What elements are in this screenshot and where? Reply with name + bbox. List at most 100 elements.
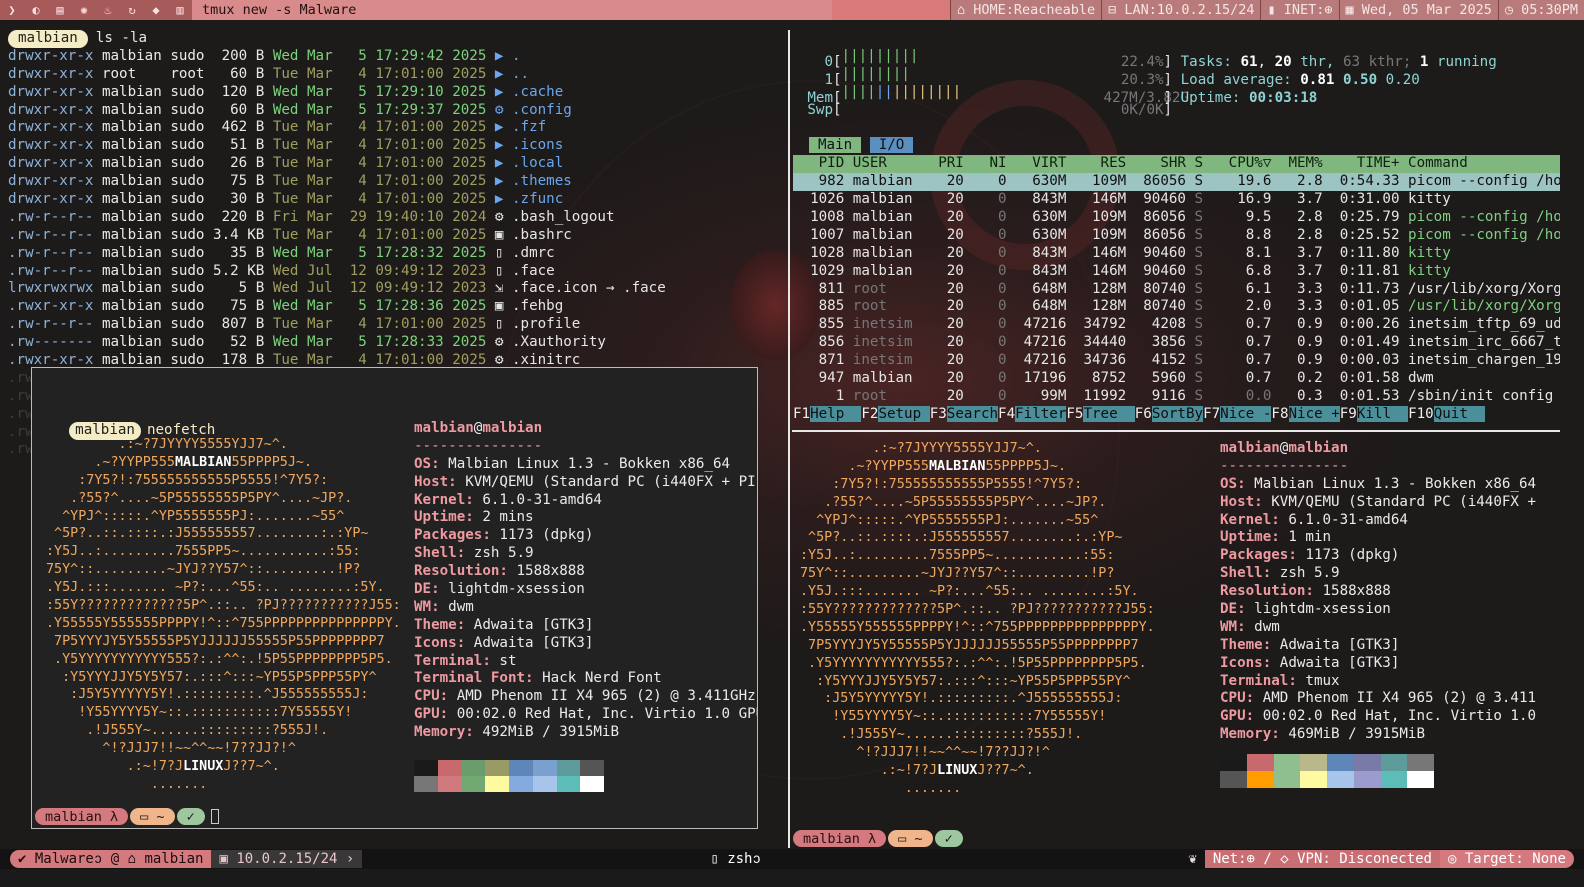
fkey-f3[interactable]: F3Search: [930, 405, 999, 422]
size: 3.4 KB: [213, 226, 273, 243]
terminal-icon[interactable]: ❯: [0, 3, 24, 17]
process-row[interactable]: 1028 malbian 20 0 843M 146M 90460 S 8.1 …: [793, 245, 1560, 263]
fkey-f6[interactable]: F6SortBy: [1135, 405, 1204, 422]
refresh-icon[interactable]: ↻: [120, 3, 144, 17]
process-row[interactable]: 982 malbian 20 0 630M 109M 86056 S 19.6 …: [793, 173, 1560, 192]
refresh-icon: ↄ: [93, 850, 103, 867]
ls-prompt: malbian ls -la: [8, 30, 786, 48]
color-swatch: [1327, 771, 1354, 789]
process-row[interactable]: 1 root 20 0 99M 11992 9116 S 0.0 0.3 0:0…: [793, 388, 1560, 406]
process-row[interactable]: 1007 malbian 20 0 630M 109M 86056 S 8.8 …: [793, 227, 1560, 245]
group: root: [170, 65, 214, 82]
column-header[interactable]: SHR: [1135, 155, 1195, 171]
owner: malbian: [101, 262, 171, 279]
process-cell: 0: [972, 316, 1016, 333]
layout-icon[interactable]: ▥: [168, 3, 192, 17]
ls-row[interactable]: drwxr-xr-x malbian sudo 75 B Tue Mar 4 1…: [8, 173, 786, 191]
process-cell: malbian: [852, 209, 930, 226]
aperture-icon[interactable]: ✺: [72, 3, 96, 17]
flame-icon[interactable]: ♨: [96, 3, 120, 17]
process-row[interactable]: 885 root 20 0 648M 128M 80740 S 2.0 3.3 …: [793, 298, 1560, 316]
logo-line: :7Y5?!:755555555555P5555!^7Y5?:: [800, 476, 1083, 492]
fkey-f2[interactable]: F2Setup: [861, 405, 930, 422]
info-value: 1173 (dpkg): [490, 527, 594, 544]
ls-row[interactable]: .rwxr-xr-x malbian sudo 75 B Wed Mar 5 1…: [8, 298, 786, 316]
folder-icon[interactable]: ▤: [48, 3, 72, 17]
logo-line: ^5P?..::.::::.:J555555557........:.:YP~: [800, 530, 1123, 546]
column-header[interactable]: CPU%▽: [1220, 155, 1280, 171]
fkey-f8[interactable]: F8Nice +: [1271, 405, 1340, 422]
ls-row[interactable]: drwxr-xr-x malbian sudo 51 B Tue Mar 4 1…: [8, 137, 786, 155]
htop-pane[interactable]: 0[||||||||| 22.4%] Tasks: 61, 20 thr, 63 …: [793, 48, 1560, 424]
git-icon[interactable]: ◆: [144, 3, 168, 17]
cpu1-bar: ||||||||: [841, 65, 910, 82]
ls-row[interactable]: .rw-r--r-- malbian sudo 5.2 KB Wed Jul 1…: [8, 263, 786, 281]
column-header[interactable]: MEM%: [1280, 155, 1331, 171]
ls-row[interactable]: .rw-r--r-- malbian sudo 807 B Tue Mar 4 …: [8, 316, 786, 334]
column-header[interactable]: RES: [1075, 155, 1135, 171]
moon-icon[interactable]: ◐: [24, 3, 48, 17]
window-segment[interactable]: ▯ zsh ↄ: [702, 850, 769, 868]
perm-string: drwxr-xr-x: [8, 137, 102, 154]
color-swatch: [485, 760, 509, 777]
fkey-f4[interactable]: F4Filter: [998, 405, 1067, 422]
process-row[interactable]: 1008 malbian 20 0 630M 109M 86056 S 9.5 …: [793, 209, 1560, 227]
process-row[interactable]: 871 inetsim 20 0 47216 34736 4152 S 0.7 …: [793, 352, 1560, 370]
modified-date: Wed Mar 5 17:28:36 2025: [272, 298, 495, 315]
perm-string: .rw-r--r--: [8, 316, 102, 333]
fkey-f9[interactable]: F9Kill: [1340, 405, 1409, 422]
group: sudo: [170, 334, 214, 351]
ls-row[interactable]: drwxr-xr-x malbian sudo 60 B Wed Mar 5 1…: [8, 102, 786, 120]
ls-row[interactable]: drwxr-xr-x malbian sudo 30 B Tue Mar 4 1…: [8, 191, 786, 209]
ls-row[interactable]: drwxr-xr-x root root 60 B Tue Mar 4 17:0…: [8, 66, 786, 84]
gear-icon: ⚙: [494, 208, 513, 225]
fkey-f1[interactable]: F1Help: [793, 405, 862, 422]
floating-terminal[interactable]: malbian neofetch .:~?7JYYYY5555YJJ7~^. .~…: [31, 367, 758, 829]
process-cell: 3856: [1134, 334, 1195, 351]
info-key: Shell:: [1220, 565, 1272, 582]
owner: malbian: [101, 119, 171, 136]
process-row[interactable]: 1029 malbian 20 0 843M 146M 90460 S 6.8 …: [793, 263, 1560, 281]
ls-row[interactable]: drwxr-xr-x malbian sudo 26 B Tue Mar 4 1…: [8, 155, 786, 173]
right-neofetch-pane[interactable]: .:~?7JYYYY5555YJJ7~^. .~?YYPP555MALBIAN5…: [793, 440, 1560, 848]
info-value: AMD Phenom II X4 965 (2) @ 3.411GHz: [448, 688, 756, 705]
ls-row[interactable]: .rw-r--r-- malbian sudo 220 B Fri Mar 29…: [8, 209, 786, 227]
fkey-f10[interactable]: F10Quit: [1408, 405, 1485, 422]
process-row[interactable]: 947 malbian 20 0 17196 8752 5960 S 0.7 0…: [793, 370, 1560, 388]
column-header[interactable]: NI: [972, 155, 1015, 171]
process-cell: 109M: [1074, 173, 1135, 190]
ls-row[interactable]: drwxr-xr-x malbian sudo 120 B Wed Mar 5 …: [8, 84, 786, 102]
tab-main[interactable]: Main: [809, 137, 862, 154]
neofetch-title: malbian@malbian: [414, 420, 543, 436]
process-row[interactable]: 1026 malbian 20 0 843M 146M 90460 S 16.9…: [793, 191, 1560, 209]
load-5: 0.50: [1342, 71, 1378, 88]
ls-row[interactable]: .rw------- malbian sudo 52 B Wed Mar 5 1…: [8, 334, 786, 352]
info-row: GPU: 00:02.0 Red Hat, Inc. Virtio 1.0: [1220, 708, 1536, 726]
ls-row[interactable]: lrwxrwxrwx malbian sudo 5 B Wed Jul 12 0…: [8, 280, 786, 298]
ls-row[interactable]: .rw-r--r-- malbian sudo 3.4 KB Tue Mar 4…: [8, 227, 786, 245]
size: 52 B: [213, 334, 273, 351]
fkey-f7[interactable]: F7Nice -: [1203, 405, 1272, 422]
process-row[interactable]: 811 root 20 0 648M 128M 80740 S 6.1 3.3 …: [793, 281, 1560, 299]
column-header[interactable]: Command: [1408, 155, 1560, 171]
ls-row[interactable]: .rw-r--r-- malbian sudo 35 B Wed Mar 5 1…: [8, 245, 786, 263]
column-header[interactable]: TIME+: [1331, 155, 1408, 171]
fkey-f5[interactable]: F5Tree: [1066, 405, 1135, 422]
tab-io[interactable]: I/O: [869, 137, 914, 154]
process-cell: 855: [793, 316, 853, 333]
column-header[interactable]: VIRT: [1015, 155, 1075, 171]
ls-row[interactable]: drwxr-xr-x malbian sudo 200 B Wed Mar 5 …: [8, 48, 786, 66]
session-segment[interactable]: ✔ Malware ↄ @ ⌂ malbian: [10, 850, 212, 868]
globe-icon: ⊕ /: [1246, 851, 1281, 867]
column-header[interactable]: S: [1195, 155, 1221, 171]
column-header[interactable]: USER: [853, 155, 930, 171]
process-cell: 47216: [1015, 352, 1075, 369]
ls-row[interactable]: drwxr-xr-x malbian sudo 462 B Tue Mar 4 …: [8, 119, 786, 137]
file-name: .themes: [512, 173, 572, 190]
column-header[interactable]: PRI: [930, 155, 973, 171]
column-header[interactable]: PID: [793, 155, 853, 171]
process-row[interactable]: 855 inetsim 20 0 47216 34792 4208 S 0.7 …: [793, 316, 1560, 334]
process-row[interactable]: 856 inetsim 20 0 47216 34440 3856 S 0.7 …: [793, 334, 1560, 352]
info-value: AMD Phenom II X4 965 (2) @ 3.411: [1254, 690, 1537, 707]
htop-column-header[interactable]: PID USER PRI NI VIRT RES SHR S CPU%▽ MEM…: [793, 155, 1560, 174]
